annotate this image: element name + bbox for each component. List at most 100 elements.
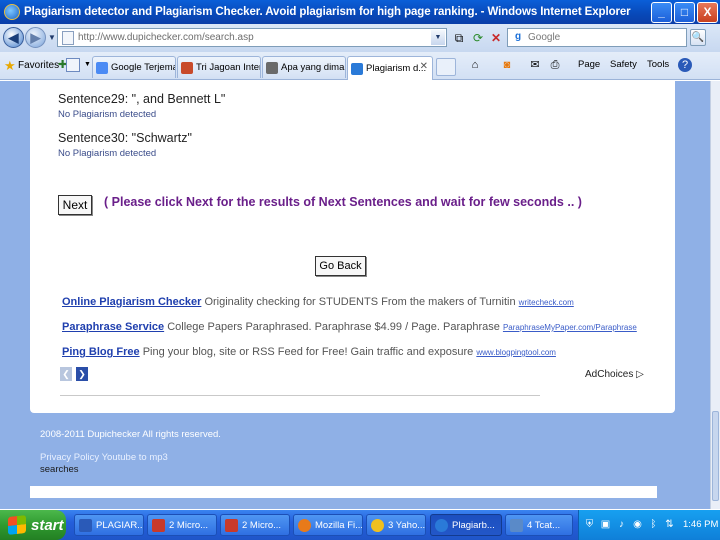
tab-favicon xyxy=(266,61,278,74)
tab-close-icon[interactable]: ✕ xyxy=(420,61,428,72)
taskbar-item-active[interactable]: Plagiarb... xyxy=(430,514,502,536)
shield-icon[interactable]: ⛨ xyxy=(583,518,596,531)
title-bar: Plagiarism detector and Plagiarism Check… xyxy=(0,0,720,24)
network-icon[interactable]: ▣ xyxy=(599,518,612,531)
taskbar-item-label: Plagiarb... xyxy=(452,519,495,531)
start-label: start xyxy=(31,516,64,534)
taskbar-item[interactable]: 3 Yaho... xyxy=(366,514,426,536)
safety-menu[interactable]: Safety xyxy=(610,59,637,70)
volume-icon[interactable]: ♪ xyxy=(615,518,628,531)
ad-description: College Papers Paraphrased. Paraphrase $… xyxy=(167,321,500,333)
taskbar-item[interactable]: 4 Tcat... xyxy=(505,514,573,536)
favorites-star-icon[interactable]: ★ xyxy=(4,58,16,74)
ad-item: Paraphrase Service College Papers Paraph… xyxy=(62,321,637,333)
ad-description: Originality checking for STUDENTS From t… xyxy=(204,296,516,308)
ad-next-arrow-icon[interactable]: ❯ xyxy=(76,367,88,381)
new-tab-button[interactable] xyxy=(436,58,456,76)
next-instruction: ( Please click Next for the results of N… xyxy=(104,195,582,209)
search-button[interactable]: 🔍 xyxy=(690,29,706,46)
vertical-scrollbar[interactable] xyxy=(710,81,720,509)
compatibility-view-icon[interactable]: ⧉ xyxy=(451,30,467,46)
tab-label: Plagiarism d... xyxy=(366,63,427,74)
tab-tri-jagoan[interactable]: Tri Jagoan Internet xyxy=(177,56,261,78)
taskbar-item-label: 3 Yaho... xyxy=(388,519,426,531)
scrollbar-thumb[interactable] xyxy=(712,411,719,501)
sentence-29-result: No Plagiarism detected xyxy=(58,109,157,120)
address-bar[interactable]: http://www.dupichecker.com/search.asp ▼ xyxy=(57,28,447,47)
tab-apa-yang[interactable]: Apa yang dimaks... xyxy=(262,56,346,78)
ad-description: Ping your blog, site or RSS Feed for Fre… xyxy=(142,346,474,358)
tab-plagiarism-active[interactable]: Plagiarism d... ✕ xyxy=(347,56,433,80)
recent-pages-dropdown[interactable]: ▼ xyxy=(48,33,56,42)
bluetooth-icon[interactable]: ᛒ xyxy=(647,518,660,531)
address-dropdown-icon[interactable]: ▼ xyxy=(431,30,445,45)
taskbar-item[interactable]: 2 Micro... xyxy=(147,514,217,536)
ad-url-link[interactable]: writecheck.com xyxy=(519,298,574,307)
taskbar-item-label: PLAGIAR... xyxy=(96,519,144,531)
tab-favicon xyxy=(351,62,363,75)
taskbar: start PLAGIAR... 2 Micro... 2 Micro... M… xyxy=(0,510,720,540)
ad-title-link[interactable]: Paraphrase Service xyxy=(62,321,164,333)
next-button[interactable]: Next xyxy=(58,195,92,215)
ad-title-link[interactable]: Online Plagiarism Checker xyxy=(62,296,201,308)
window-title: Plagiarism detector and Plagiarism Check… xyxy=(24,6,631,18)
print-icon[interactable]: ⎙ xyxy=(548,58,562,72)
help-icon[interactable]: ? xyxy=(678,58,692,72)
ad-prev-arrow-icon[interactable]: ❮ xyxy=(60,367,72,381)
taskbar-item-label: Mozilla Fi... xyxy=(315,519,363,531)
ad-item: Online Plagiarism Checker Originality ch… xyxy=(62,296,574,308)
search-box[interactable]: g Google xyxy=(507,28,687,47)
minimize-button[interactable]: _ xyxy=(651,2,672,23)
app-icon xyxy=(510,518,523,532)
adchoices-link[interactable]: AdChoices ▷ xyxy=(585,369,644,380)
refresh-icon[interactable]: ⟳ xyxy=(470,30,486,46)
sentence-30-result: No Plagiarism detected xyxy=(58,148,157,159)
ie-icon xyxy=(435,518,448,532)
mail-icon[interactable]: ✉ xyxy=(528,58,542,72)
antivirus-icon[interactable]: ◉ xyxy=(631,518,644,531)
tab-google-translate[interactable]: Google Terjemah... xyxy=(92,56,176,78)
google-icon: g xyxy=(514,30,522,42)
footer-copyright: 2008-2011 Dupichecker All rights reserve… xyxy=(40,429,221,440)
taskbar-item[interactable]: Mozilla Fi... xyxy=(293,514,363,536)
tab-label: Apa yang dimaks... xyxy=(281,62,345,73)
address-toolbar: ◀ ▶ ▼ http://www.dupichecker.com/search.… xyxy=(0,24,720,52)
footer-strip xyxy=(30,486,657,498)
address-url[interactable]: http://www.dupichecker.com/search.asp xyxy=(78,32,254,43)
taskbar-item-label: 2 Micro... xyxy=(242,519,282,531)
safely-remove-icon[interactable]: ⇅ xyxy=(663,518,676,531)
divider xyxy=(60,395,540,396)
page-menu[interactable]: Page xyxy=(578,59,600,70)
feeds-icon[interactable]: ◙ xyxy=(500,58,514,72)
quick-tabs-icon[interactable] xyxy=(66,58,80,72)
sentence-30: Sentence30: "Schwartz" xyxy=(58,131,192,145)
taskbar-item[interactable]: PLAGIAR... xyxy=(74,514,144,536)
ad-url-link[interactable]: ParaphraseMyPaper.com/Paraphrase xyxy=(503,323,637,332)
ad-title-link[interactable]: Ping Blog Free xyxy=(62,346,140,358)
maximize-button[interactable]: □ xyxy=(674,2,695,23)
powerpoint-icon xyxy=(225,518,238,532)
tab-label: Google Terjemah... xyxy=(111,62,175,73)
favorites-button[interactable]: Favorites xyxy=(18,60,59,71)
tab-favicon xyxy=(96,61,108,74)
adchoices-label: AdChoices xyxy=(585,369,634,380)
firefox-icon xyxy=(298,518,311,532)
sentence-29: Sentence29: ", and Bennett L" xyxy=(58,92,226,106)
start-button[interactable]: start xyxy=(0,510,66,540)
close-button[interactable]: X xyxy=(697,2,718,23)
home-icon[interactable]: ⌂ xyxy=(468,58,482,72)
stop-icon[interactable]: ✕ xyxy=(488,30,504,46)
taskbar-item[interactable]: 2 Micro... xyxy=(220,514,290,536)
yahoo-messenger-icon xyxy=(371,518,384,532)
ad-url-link[interactable]: www.blogpingtool.com xyxy=(476,348,556,357)
powerpoint-icon xyxy=(152,518,165,532)
tools-menu[interactable]: Tools xyxy=(647,59,669,70)
tab-list-dropdown-icon[interactable]: ▼ xyxy=(84,61,91,68)
clock[interactable]: 1:46 PM xyxy=(683,519,718,530)
forward-button[interactable]: ▶ xyxy=(25,27,46,48)
system-tray: ⛨ ▣ ♪ ◉ ᛒ ⇅ 1:46 PM xyxy=(578,510,720,540)
footer-links[interactable]: Privacy Policy Youtube to mp3 xyxy=(40,452,168,463)
page-viewport: Sentence29: ", and Bennett L" No Plagiar… xyxy=(0,81,710,509)
back-button[interactable]: ◀ xyxy=(3,27,24,48)
go-back-button[interactable]: Go Back xyxy=(315,256,366,276)
